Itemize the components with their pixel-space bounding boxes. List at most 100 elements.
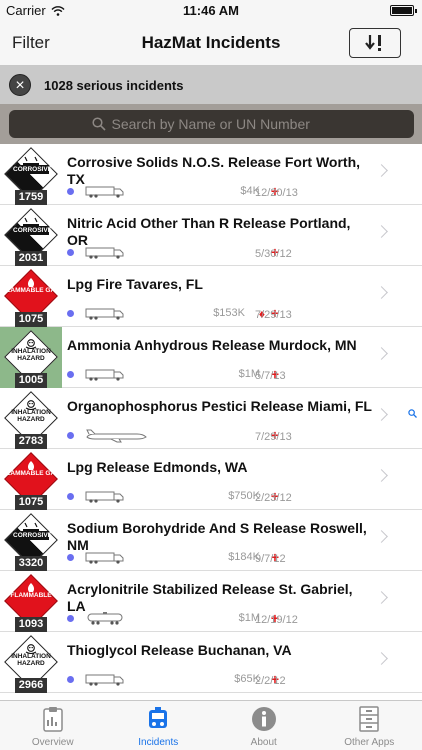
- tab-incidents[interactable]: Incidents: [106, 701, 212, 750]
- incident-title: Nitric Acid Other Than R Release Portlan…: [67, 215, 351, 248]
- un-number: 1005: [15, 373, 47, 388]
- hazard-placard: CORROSIVE 3320: [0, 510, 62, 571]
- un-number: 1093: [15, 617, 47, 632]
- incident-date: 7/29/13: [255, 431, 292, 443]
- placard-label: FLAMMABLE GAS: [2, 470, 60, 477]
- flammable-symbol-icon: [22, 275, 40, 287]
- incident-row[interactable]: CORROSIVE 2031 Nitric Acid Other Than R Re…: [0, 205, 422, 266]
- incident-row[interactable]: FLAMMABLE 1093 Acrylonitrile Stabilized Re…: [0, 571, 422, 632]
- un-number: 3320: [15, 556, 47, 571]
- incident-date: 2/23/12: [255, 492, 292, 504]
- chevron-right-icon: [375, 591, 388, 604]
- placard-label: FLAMMABLE: [10, 592, 52, 599]
- tab-other-apps[interactable]: Other Apps: [317, 701, 422, 750]
- status-dot-icon: [67, 432, 74, 439]
- tab-label: Other Apps: [344, 737, 395, 748]
- flammable-symbol-icon: [22, 580, 40, 592]
- status-dot-icon: [67, 676, 74, 683]
- hazard-placard: FLAMMABLE GAS 1075: [0, 449, 62, 510]
- status-dot-icon: [67, 188, 74, 195]
- hazard-placard: INHALATION HAZARD 2966: [0, 632, 62, 693]
- placard-label: CORROSIVE: [13, 531, 53, 540]
- corrosive-symbol-icon: [22, 519, 40, 531]
- incident-date: 5/30/12: [255, 248, 292, 260]
- un-number: 1075: [15, 495, 47, 510]
- incident-row[interactable]: INHALATION HAZARD 2783 Organophosphorus Pe…: [0, 388, 422, 449]
- incident-title: Ammonia Anhydrous Release Murdock, MN: [67, 337, 357, 353]
- truck-icon: [85, 185, 127, 203]
- tab-label: Overview: [31, 737, 74, 748]
- corrosive-symbol-icon: [22, 153, 40, 165]
- tab-about[interactable]: About: [211, 701, 317, 750]
- incident-row[interactable]: CORROSIVE 3320 Sodium Borohydride And S Re…: [0, 510, 422, 571]
- sort-icon: [365, 35, 381, 51]
- chevron-right-icon: [375, 652, 388, 665]
- incident-date: 2/2/12: [255, 675, 286, 687]
- corrosive-symbol-icon: [22, 214, 40, 226]
- placard-label: INHALATION HAZARD: [11, 653, 51, 667]
- incident-date: 7/29/13: [255, 309, 292, 321]
- chevron-right-icon: [375, 530, 388, 543]
- incident-row[interactable]: INHALATION HAZARD 1005 Ammonia Anhydrous R…: [0, 327, 422, 388]
- placard-label: INHALATION HAZARD: [11, 348, 51, 362]
- incident-row[interactable]: INHALATION HAZARD 2966 Thioglycol Release …: [0, 632, 422, 693]
- status-dot-icon: [67, 310, 74, 317]
- tab-label: Incidents: [138, 737, 179, 748]
- placard-label: INHALATION HAZARD: [11, 409, 51, 423]
- clear-filter-icon[interactable]: ×: [9, 74, 31, 96]
- incident-list: CORROSIVE 1759 Corrosive Solids N.O.S. Rel…: [0, 144, 422, 700]
- truck-icon: [85, 246, 127, 264]
- index-search-icon[interactable]: [408, 405, 417, 423]
- incident-date: 5/7/13: [255, 370, 286, 382]
- sort-button[interactable]: [349, 28, 401, 58]
- truck-icon: [85, 551, 127, 569]
- inhalation-symbol-icon: [22, 336, 40, 350]
- tab-bar: Overview Incidents About Other Apps: [0, 700, 422, 750]
- tab-overview[interactable]: Overview: [0, 701, 106, 750]
- un-number: 2966: [15, 678, 47, 693]
- fire-truck-icon: [145, 706, 171, 735]
- placard-label: CORROSIVE: [13, 226, 53, 235]
- incident-row[interactable]: CORROSIVE 1759 Corrosive Solids N.O.S. Rel…: [0, 144, 422, 205]
- chevron-right-icon: [375, 225, 388, 238]
- placard-label: FLAMMABLE GAS: [2, 287, 60, 294]
- battery-icon: [390, 5, 417, 16]
- chevron-right-icon: [375, 164, 388, 177]
- damage-cost: $153K: [213, 307, 245, 319]
- truck-icon: [85, 673, 127, 691]
- inhalation-symbol-icon: [22, 641, 40, 655]
- tank-car-icon: [85, 612, 127, 630]
- clipboard-icon: [42, 706, 64, 735]
- incident-title: Lpg Release Edmonds, WA: [67, 459, 248, 475]
- un-number: 1759: [15, 190, 47, 205]
- truck-icon: [85, 307, 127, 325]
- incident-date: 12/20/13: [255, 187, 298, 199]
- truck-icon: [85, 368, 127, 386]
- hazard-placard: FLAMMABLE GAS 1075: [0, 266, 62, 327]
- status-time: 11:46 AM: [183, 3, 239, 18]
- flammable-symbol-icon: [22, 458, 40, 470]
- un-number: 1075: [15, 312, 47, 327]
- incident-date: 12/19/12: [255, 614, 298, 626]
- status-dot-icon: [67, 615, 74, 622]
- search-field[interactable]: [9, 110, 414, 138]
- incident-title: Thioglycol Release Buchanan, VA: [67, 642, 292, 658]
- incident-title: Organophosphorus Pestici Release Miami, …: [67, 398, 372, 414]
- chevron-right-icon: [375, 408, 388, 421]
- search-bar: [0, 104, 422, 144]
- search-input[interactable]: [111, 116, 332, 132]
- incident-row[interactable]: FLAMMABLE GAS 1075 Lpg Fire Tavares, FL $15…: [0, 266, 422, 327]
- un-number: 2031: [15, 251, 47, 266]
- incident-row[interactable]: FLAMMABLE GAS 1075 Lpg Release Edmonds, WA…: [0, 449, 422, 510]
- filter-bar: × 1028 serious incidents: [0, 66, 422, 104]
- status-dot-icon: [67, 554, 74, 561]
- search-icon: [91, 117, 106, 131]
- chevron-right-icon: [375, 286, 388, 299]
- incident-title: Acrylonitrile Stabilized Release St. Gab…: [67, 581, 353, 614]
- incident-title: Lpg Fire Tavares, FL: [67, 276, 203, 292]
- hazard-placard: INHALATION HAZARD 1005: [0, 327, 62, 388]
- status-dot-icon: [67, 371, 74, 378]
- incident-date: 9/7/12: [255, 553, 286, 565]
- tab-label: About: [250, 737, 277, 748]
- cabinet-icon: [358, 706, 380, 735]
